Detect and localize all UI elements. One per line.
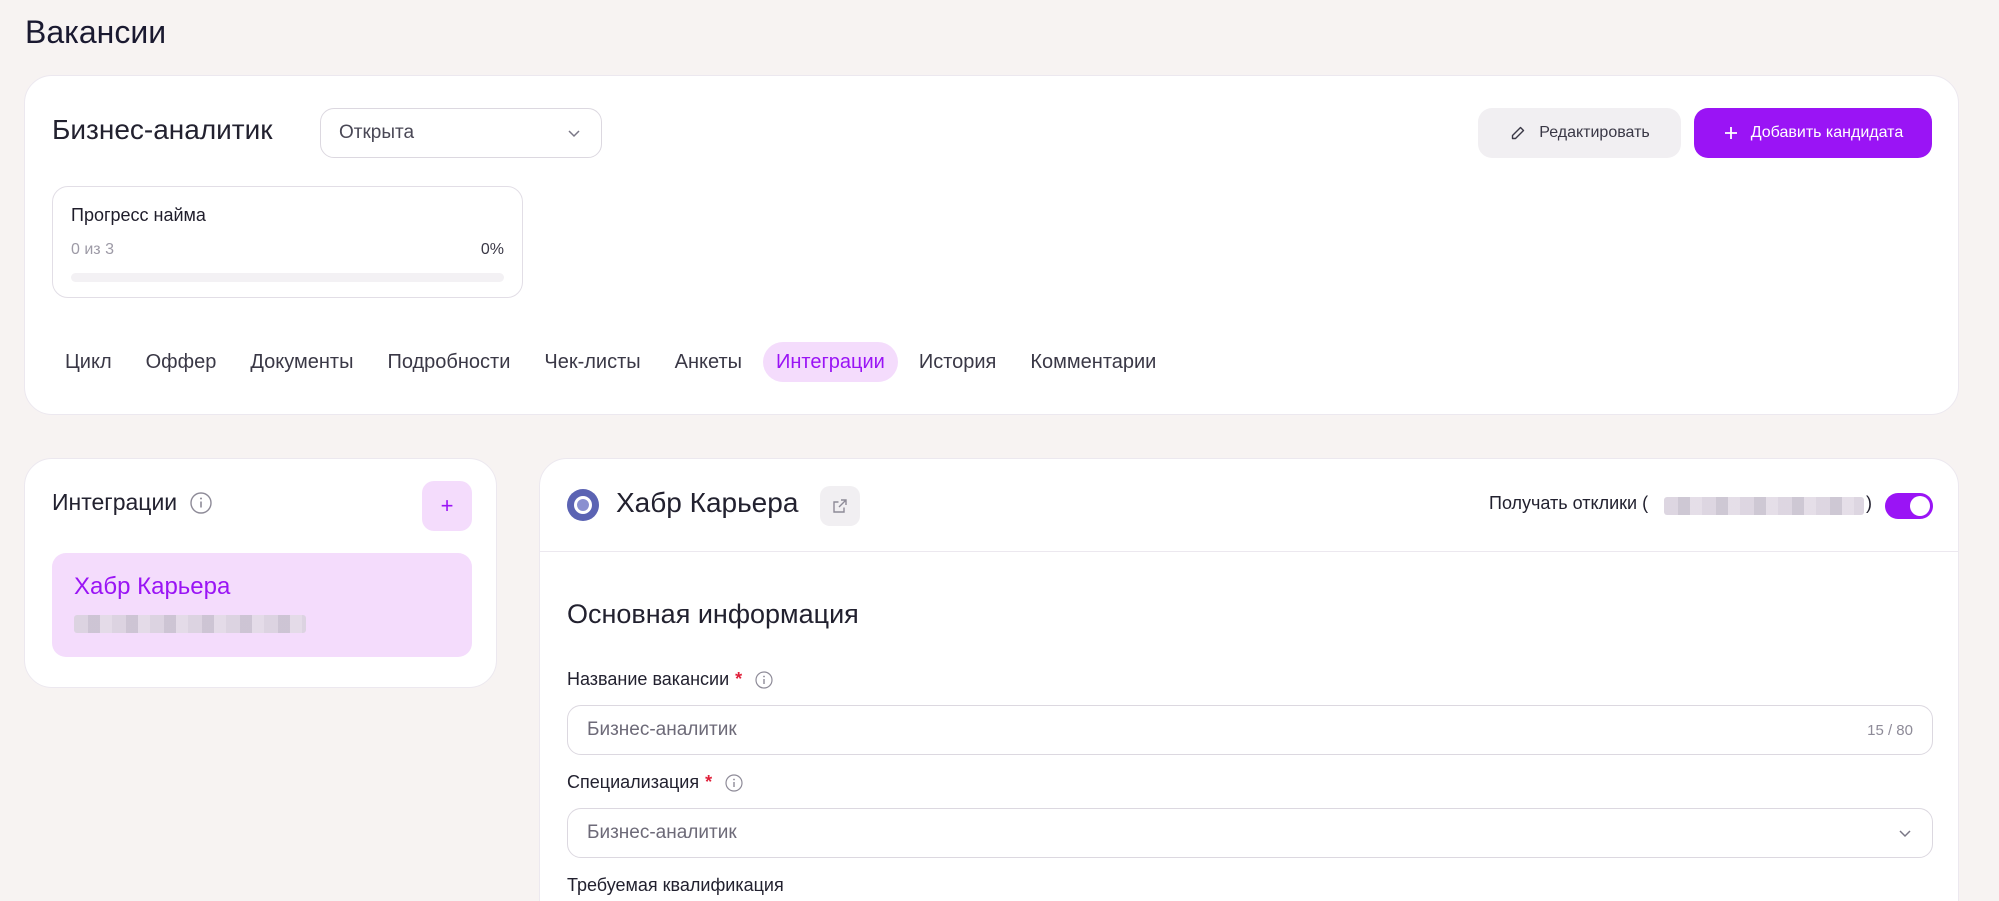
progress-bar bbox=[71, 273, 504, 282]
progress-percent: 0% bbox=[480, 241, 504, 258]
tab-2[interactable]: Оффер bbox=[133, 342, 230, 382]
specialization-select[interactable]: Бизнес-аналитик bbox=[567, 808, 1933, 858]
tab-1[interactable]: Цикл bbox=[52, 342, 125, 382]
tab-4[interactable]: Подробности bbox=[374, 342, 523, 382]
vacancy-card: Бизнес-аналитик Открыта Редактировать До… bbox=[24, 75, 1959, 415]
qualification-label: Требуемая квалификация bbox=[567, 875, 784, 895]
integration-item-name: Хабр Карьера bbox=[74, 573, 231, 600]
integration-detail-card: Хабр Карьера Получать отклики ( ) Основн… bbox=[539, 458, 1959, 901]
tab-8[interactable]: История bbox=[906, 342, 1010, 382]
edit-button-label: Редактировать bbox=[1539, 124, 1650, 141]
info-icon[interactable] bbox=[724, 773, 744, 793]
vacancy-title-label: Название вакансии * bbox=[567, 669, 774, 690]
integrations-header: Интеграции bbox=[52, 489, 213, 516]
plus-icon bbox=[1724, 127, 1737, 139]
vacancy-title-value: Бизнес-аналитик bbox=[587, 719, 737, 740]
pencil-icon bbox=[1512, 126, 1525, 140]
specialization-label-text: Специализация bbox=[567, 772, 700, 792]
integrations-title: Интеграции bbox=[52, 489, 178, 515]
vacancy-tabs: Цикл Оффер Документы Подробности Чек-листы Ан… bbox=[52, 342, 1169, 382]
toggle-knob bbox=[1910, 496, 1930, 516]
external-link-icon bbox=[833, 499, 847, 513]
chevron-down-icon bbox=[568, 130, 580, 138]
receive-responses-paren: ) bbox=[1866, 493, 1872, 513]
chevron-down-icon bbox=[1899, 830, 1911, 838]
receive-responses-toggle[interactable] bbox=[1885, 493, 1933, 519]
open-external-button[interactable] bbox=[820, 486, 860, 526]
add-candidate-button[interactable]: Добавить кандидата bbox=[1694, 108, 1932, 158]
specialization-value: Бизнес-аналитик bbox=[587, 822, 737, 843]
integration-item-habr[interactable]: Хабр Карьера bbox=[52, 553, 472, 657]
vacancy-name: Бизнес-аналитик bbox=[52, 114, 273, 145]
required-mark: * bbox=[735, 669, 743, 689]
add-candidate-label: Добавить кандидата bbox=[1750, 124, 1904, 141]
tab-3[interactable]: Документы bbox=[237, 342, 366, 382]
redacted-text bbox=[74, 615, 306, 633]
integrations-card: Интеграции + Хабр Карьера bbox=[24, 458, 497, 688]
tab-5[interactable]: Чек-листы bbox=[531, 342, 653, 382]
progress-count: 0 из 3 bbox=[71, 241, 114, 258]
tab-6[interactable]: Анкеты bbox=[662, 342, 755, 382]
edit-button[interactable]: Редактировать bbox=[1478, 108, 1681, 158]
status-select[interactable]: Открыта bbox=[320, 108, 602, 158]
required-mark: * bbox=[705, 772, 713, 792]
hiring-progress-card: Прогресс найма 0 из 3 0% bbox=[52, 186, 523, 298]
info-icon[interactable] bbox=[189, 491, 213, 515]
redacted-text bbox=[1664, 497, 1864, 515]
add-integration-button[interactable]: + bbox=[422, 481, 472, 531]
char-counter: 15 / 80 bbox=[1867, 721, 1913, 739]
vacancy-title-input[interactable]: Бизнес-аналитик 15 / 80 bbox=[567, 705, 1933, 755]
specialization-label: Специализация * bbox=[567, 772, 744, 793]
progress-title: Прогресс найма bbox=[71, 205, 206, 225]
integration-detail-header: Хабр Карьера Получать отклики ( ) bbox=[540, 459, 1958, 552]
integration-name: Хабр Карьера bbox=[616, 487, 799, 518]
page-title: Вакансии bbox=[25, 14, 167, 50]
tab-7[interactable]: Интеграции bbox=[763, 342, 898, 382]
vacancy-title-label-text: Название вакансии bbox=[567, 669, 730, 689]
section-title: Основная информация bbox=[567, 599, 859, 629]
tab-9[interactable]: Комментарии bbox=[1017, 342, 1169, 382]
info-icon[interactable] bbox=[754, 670, 774, 690]
receive-responses-label: Получать отклики ( bbox=[1489, 493, 1649, 513]
status-value: Открыта bbox=[339, 122, 415, 143]
habr-career-logo-icon bbox=[567, 489, 599, 521]
